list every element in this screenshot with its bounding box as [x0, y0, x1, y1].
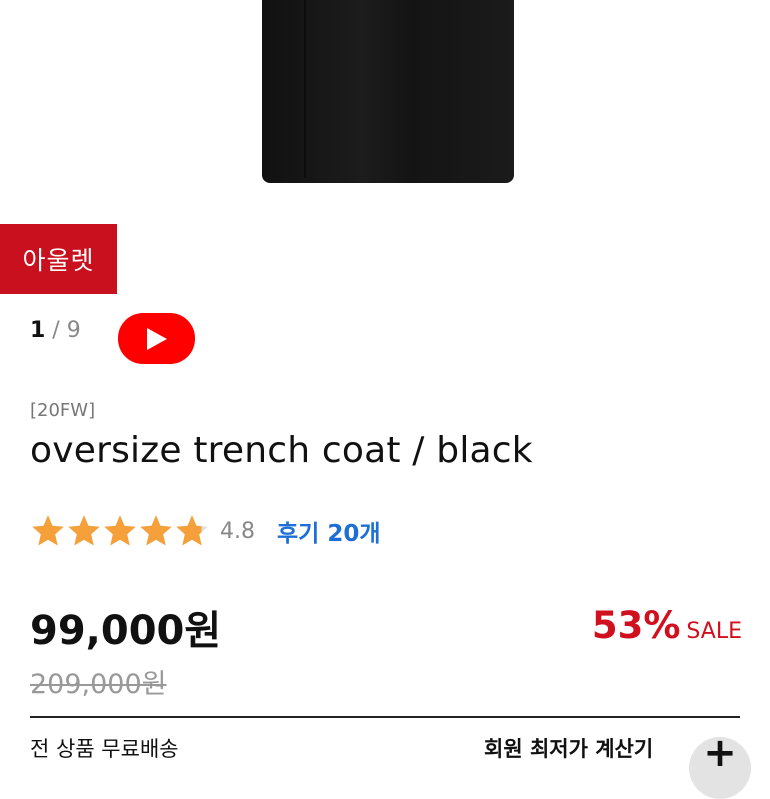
star-icon [32, 515, 64, 546]
coat-photo [262, 0, 514, 183]
gallery-pager: 1 / 9 [30, 318, 81, 343]
free-shipping-label: 전 상품 무료배송 [30, 737, 179, 761]
season-tag: [20FW] [30, 400, 96, 421]
rating-value: 4.8 [220, 518, 255, 544]
rating-stars [30, 513, 210, 549]
discount-badge: 53% SALE [592, 604, 742, 647]
product-title: oversize trench coat / black [30, 430, 533, 471]
member-price-calculator[interactable]: 회원 최저가 계산기 [484, 733, 653, 763]
review-count-link[interactable]: 후기 20개 [277, 514, 381, 548]
rating-row: 4.8 후기 20개 [30, 511, 381, 551]
star-icon [68, 515, 100, 546]
pager-total: 9 [66, 318, 81, 343]
sale-price: 99,000원 [30, 608, 222, 654]
star-icon [104, 515, 136, 546]
pager-separator: / [45, 318, 67, 343]
video-button[interactable] [118, 313, 195, 364]
star-icon [140, 515, 172, 546]
outlet-badge: 아울렛 [0, 224, 117, 294]
star-icon [176, 515, 208, 546]
coat-seam [304, 0, 306, 178]
divider [30, 716, 740, 718]
original-price: 209,000원 [30, 669, 167, 700]
product-image[interactable] [0, 0, 770, 215]
discount-percent: 53% [591, 604, 681, 647]
pager-current: 1 [30, 318, 46, 343]
youtube-play-icon [146, 327, 167, 350]
sale-label: SALE [686, 619, 742, 644]
plus-icon: + [703, 730, 737, 776]
expand-button[interactable]: + [689, 730, 751, 799]
